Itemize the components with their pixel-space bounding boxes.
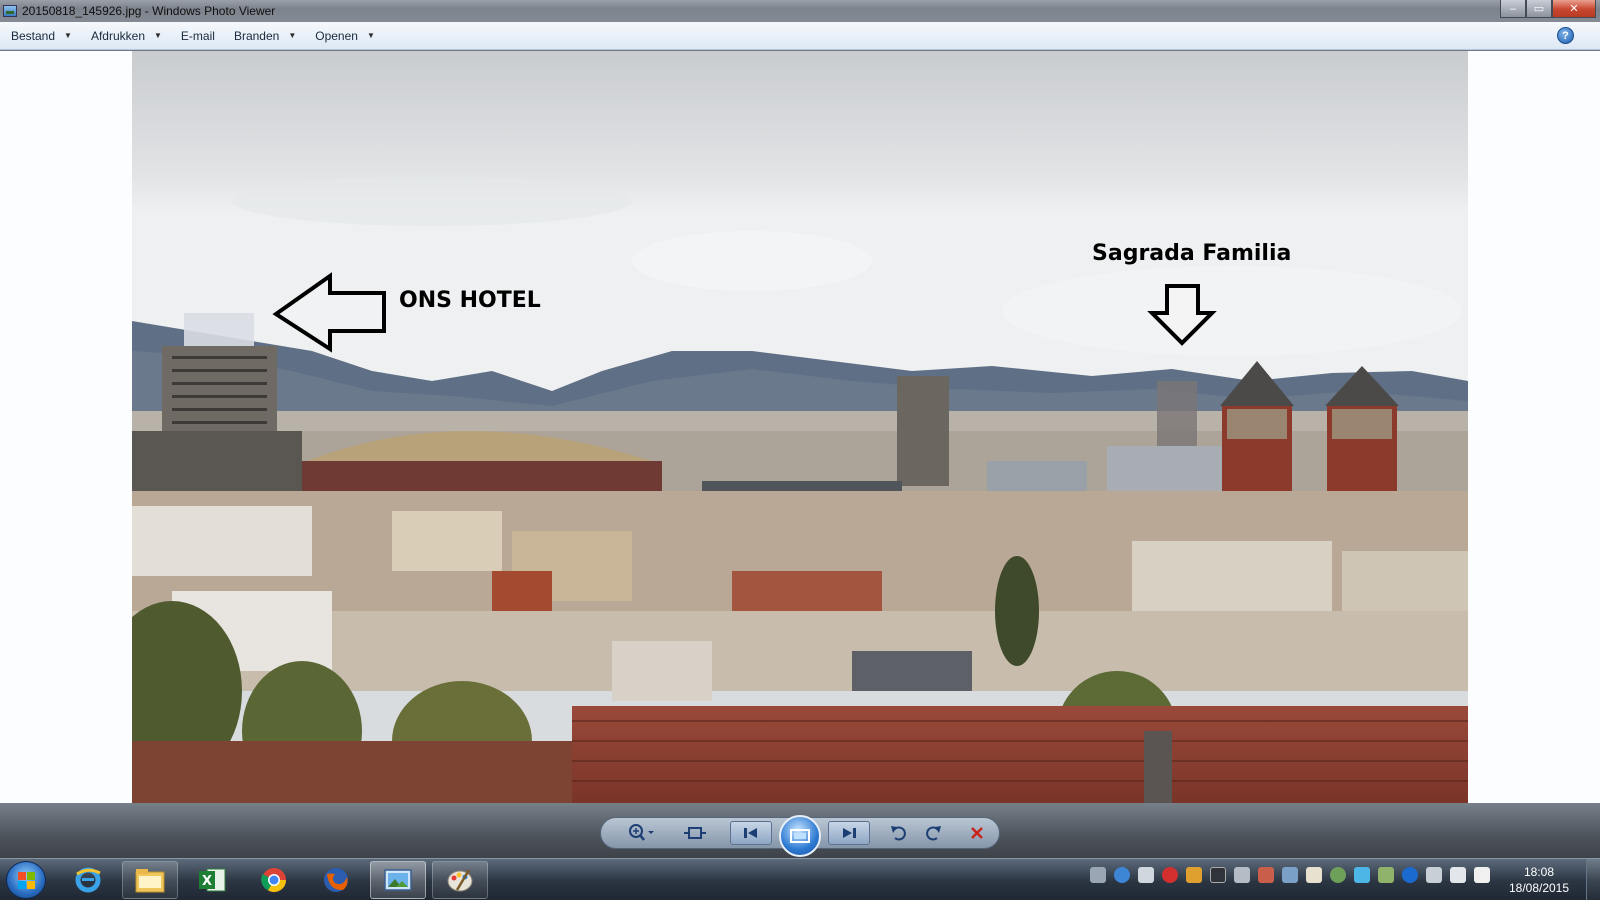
slideshow-button[interactable] <box>779 815 821 857</box>
system-tray <box>1090 867 1490 883</box>
menu-item-label: E-mail <box>180 28 215 43</box>
menu-email[interactable]: E-mail <box>181 29 215 43</box>
document-tray-icon[interactable] <box>1306 867 1322 883</box>
slideshow-icon <box>790 829 810 843</box>
photo-viewer-icon <box>3 5 17 17</box>
taskbar-chrome[interactable] <box>246 861 302 899</box>
zoom-button[interactable] <box>622 821 662 845</box>
network-globe-tray-icon[interactable] <box>1114 867 1130 883</box>
file-explorer-icon <box>135 869 165 893</box>
chevron-down-icon: ▼ <box>154 31 162 40</box>
taskbar-internet-explorer[interactable] <box>60 861 116 899</box>
taskbar: X 18:08 18/08/2015 <box>0 858 1600 900</box>
magnifier-icon <box>629 824 654 841</box>
usb-tray-icon[interactable] <box>1138 867 1154 883</box>
rotate-ccw-icon <box>891 826 906 841</box>
chrome-icon <box>261 868 286 893</box>
next-button[interactable] <box>828 821 870 845</box>
printer-tray-icon[interactable] <box>1090 867 1106 883</box>
minimize-button[interactable]: – <box>1500 0 1526 18</box>
firefox-icon <box>324 868 348 892</box>
rotate-cw-icon <box>926 826 941 841</box>
taskbar-excel[interactable]: X <box>184 861 240 899</box>
photo-viewer-icon <box>384 869 412 891</box>
power-tray-icon[interactable] <box>1186 867 1202 883</box>
photo-illustration <box>132 51 1468 803</box>
menu-bestand[interactable]: Bestand ▼ <box>11 29 72 43</box>
photo-barcelona-skyline: ONS HOTEL Sagrada Familia <box>132 51 1468 803</box>
menu-openen[interactable]: Openen ▼ <box>315 29 375 43</box>
window-title: 20150818_145926.jpg - Windows Photo View… <box>22 4 276 18</box>
bluetooth-icon[interactable] <box>1402 867 1418 883</box>
media-tray-icon[interactable] <box>1210 867 1226 883</box>
chevron-down-icon: ▼ <box>288 31 297 40</box>
viewer-controls-bar <box>0 803 1600 858</box>
monitor-tray-icon[interactable] <box>1282 867 1298 883</box>
clock-time: 18:08 <box>1523 865 1555 879</box>
next-icon <box>843 828 856 838</box>
start-button[interactable] <box>6 861 46 899</box>
close-button[interactable]: ✕ <box>1552 0 1596 18</box>
previous-icon <box>744 828 757 838</box>
battery-tray-icon[interactable] <box>1378 867 1394 883</box>
phone-tray-icon[interactable] <box>1426 867 1442 883</box>
clock-date: 18/08/2015 <box>1508 881 1570 895</box>
drive-tray-icon[interactable] <box>1234 867 1250 883</box>
antivirus-tray-icon[interactable] <box>1162 867 1178 883</box>
image-viewer: ONS HOTEL Sagrada Familia <box>0 51 1600 803</box>
menu-item-label: Openen <box>315 28 358 43</box>
actual-size-button[interactable] <box>680 821 710 845</box>
annotation-sagrada-label: Sagrada Familia <box>1092 241 1292 266</box>
title-bar: 20150818_145926.jpg - Windows Photo View… <box>0 0 1600 22</box>
delete-icon <box>971 827 983 839</box>
action-center-flag-icon[interactable] <box>1474 867 1490 883</box>
taskbar-clock[interactable]: 18:08 18/08/2015 <box>1504 864 1574 896</box>
delete-button[interactable] <box>964 821 990 845</box>
menu-item-label: Bestand <box>11 28 56 43</box>
internet-explorer-icon <box>75 867 101 893</box>
restore-button[interactable]: ▭ <box>1526 0 1552 18</box>
excel-icon: X <box>199 868 226 892</box>
taskbar-photo-viewer[interactable] <box>370 861 426 899</box>
menu-item-label: Afdrukken <box>90 28 145 43</box>
menu-item-label: Branden <box>233 28 280 43</box>
show-desktop-button[interactable] <box>1586 859 1600 900</box>
window-controls: – ▭ ✕ <box>1500 0 1596 18</box>
update-tray-icon[interactable] <box>1258 867 1274 883</box>
start-icon <box>18 872 36 890</box>
chevron-down-icon: ▼ <box>64 31 72 40</box>
menu-bar: Bestand ▼ Afdrukken ▼ E-mail Branden ▼ O… <box>0 22 1600 50</box>
previous-button[interactable] <box>730 821 772 845</box>
paint-icon <box>447 869 473 892</box>
taskbar-paint[interactable] <box>432 861 488 899</box>
menu-branden[interactable]: Branden ▼ <box>234 29 296 43</box>
fit-window-icon <box>684 827 706 839</box>
annotation-hotel-label: ONS HOTEL <box>399 288 541 313</box>
svg-text:X: X <box>202 874 212 889</box>
rotate-left-button[interactable] <box>884 821 914 845</box>
taskbar-file-explorer[interactable] <box>122 861 178 899</box>
help-icon[interactable]: ? <box>1557 27 1574 44</box>
menu-afdrukken[interactable]: Afdrukken ▼ <box>91 29 162 43</box>
app-tray-icon[interactable] <box>1330 867 1346 883</box>
chevron-down-icon: ▼ <box>366 31 375 40</box>
volume-icon[interactable] <box>1450 867 1466 883</box>
sync-tray-icon[interactable] <box>1354 867 1370 883</box>
rotate-right-button[interactable] <box>918 821 948 845</box>
taskbar-firefox[interactable] <box>308 861 364 899</box>
